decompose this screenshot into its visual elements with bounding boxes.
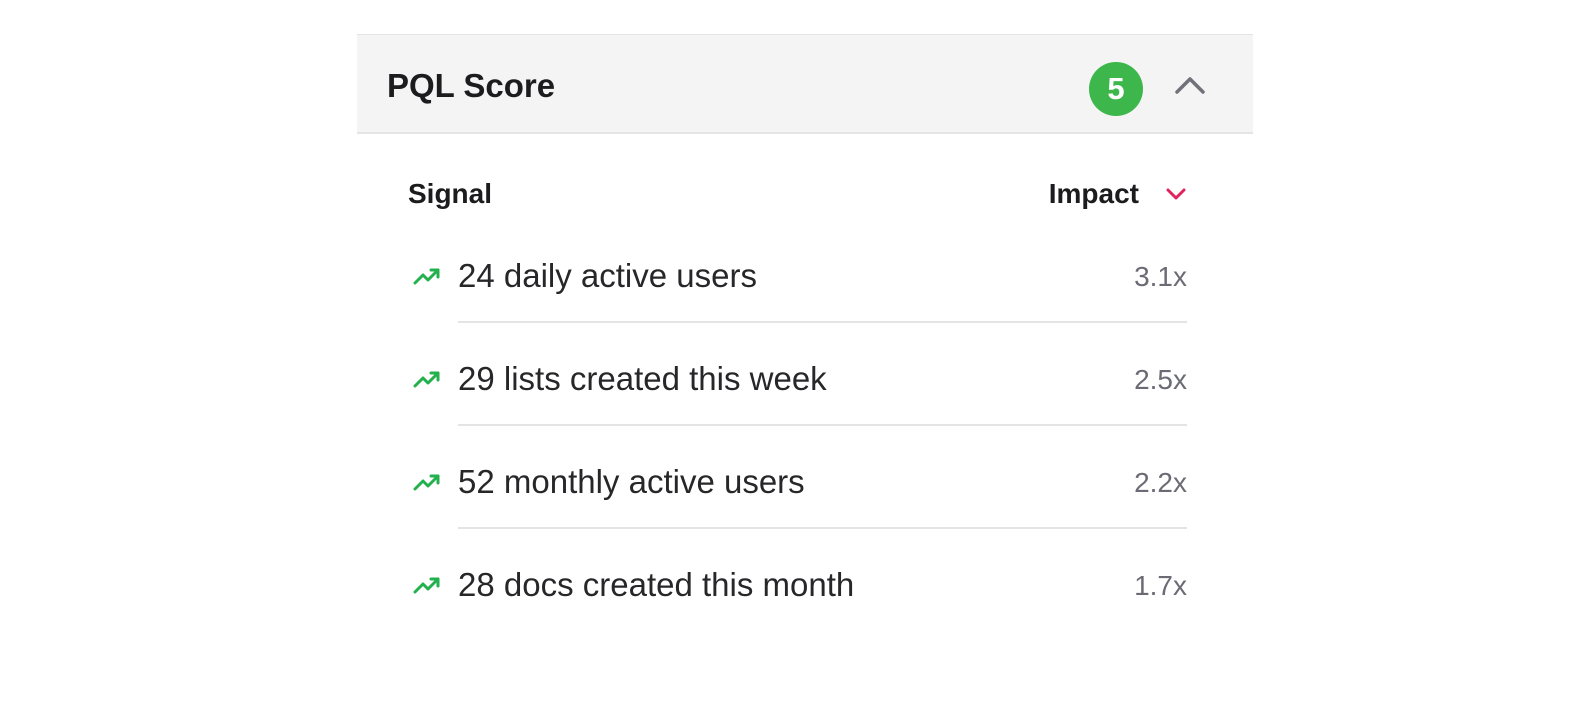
column-header-impact[interactable]: Impact — [1049, 174, 1187, 214]
signal-label: 29 lists created this week — [458, 360, 827, 397]
trending-up-icon — [413, 575, 443, 595]
signal-label: 28 docs created this month — [458, 566, 855, 603]
table-row: 24 daily active users 3.1x — [357, 248, 1253, 351]
impact-value: 1.7x — [1134, 570, 1187, 601]
signal-label: 52 monthly active users — [458, 463, 805, 500]
column-header-impact-label: Impact — [1048, 178, 1139, 209]
score-badge: 5 — [1089, 62, 1143, 116]
signal-label: 24 daily active users — [458, 257, 757, 294]
table-row: 29 lists created this week 2.5x — [357, 351, 1253, 454]
panel-title: PQL Score — [387, 67, 556, 104]
pql-score-panel: PQL Score 5 Signal Impact 24 daily activ… — [357, 34, 1253, 660]
row-divider — [458, 527, 1187, 529]
trending-up-icon — [413, 266, 443, 286]
row-divider — [458, 321, 1187, 323]
table-row: 52 monthly active users 2.2x — [357, 454, 1253, 557]
chevron-up-icon — [1175, 77, 1205, 94]
table-header: Signal Impact — [357, 134, 1253, 248]
chevron-down-icon[interactable] — [1165, 186, 1187, 202]
trending-up-icon — [413, 369, 443, 389]
collapse-button[interactable] — [1173, 71, 1207, 99]
panel-body: Signal Impact 24 daily active users 3.1x… — [357, 134, 1253, 660]
trending-up-icon — [413, 472, 443, 492]
panel-header[interactable]: PQL Score 5 — [357, 34, 1253, 134]
row-divider — [458, 424, 1187, 426]
table-row: 28 docs created this month 1.7x — [357, 557, 1253, 660]
impact-value: 2.5x — [1134, 364, 1187, 395]
signal-list: 24 daily active users 3.1x 29 lists crea… — [357, 248, 1253, 660]
column-header-signal: Signal — [408, 178, 493, 209]
impact-value: 2.2x — [1134, 467, 1187, 498]
impact-value: 3.1x — [1134, 261, 1187, 292]
